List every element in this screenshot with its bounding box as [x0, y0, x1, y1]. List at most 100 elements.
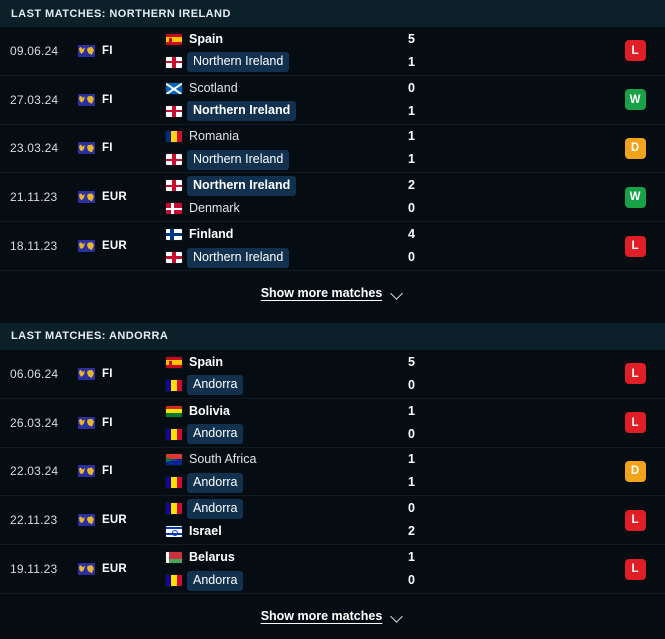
match-date: 09.06.24: [10, 43, 59, 58]
competition-cell[interactable]: FI: [78, 465, 166, 478]
world-map-icon: [78, 563, 95, 576]
home-team-name: Romania: [189, 129, 240, 144]
chevron-down-icon: [391, 289, 404, 297]
world-map-icon: [78, 367, 95, 380]
away-team-name: Andorra: [187, 472, 244, 493]
away-team-row[interactable]: Northern Ireland: [166, 52, 405, 73]
away-team-row[interactable]: Andorra: [166, 424, 405, 445]
southafrica-flag-icon: [166, 454, 182, 466]
home-team-row[interactable]: Andorra: [166, 498, 405, 519]
teams-cell: Belarus Andorra: [166, 549, 405, 591]
home-team-row[interactable]: Northern Ireland: [166, 175, 405, 196]
competition-cell[interactable]: EUR: [78, 240, 166, 253]
home-team-row[interactable]: South Africa: [166, 451, 405, 468]
away-team-row[interactable]: Northern Ireland: [166, 247, 405, 268]
match-row[interactable]: 09.06.24 FI Spain Northern Ireland 5 1 L: [0, 27, 665, 76]
scores-cell: 40: [405, 226, 605, 266]
competition-cell[interactable]: FI: [78, 367, 166, 380]
show-more-matches-button[interactable]: Show more matches: [0, 270, 665, 316]
away-team-row[interactable]: Andorra: [166, 375, 405, 396]
result-cell: L: [605, 558, 665, 580]
result-badge: L: [624, 363, 646, 385]
match-row[interactable]: 21.11.23 EUR Northern Ireland Denmark 2 0 W: [0, 173, 665, 223]
home-score: 4: [408, 227, 415, 242]
result-badge: L: [624, 558, 646, 580]
competition-name: EUR: [102, 514, 127, 527]
home-team-name: Finland: [189, 227, 234, 242]
scores-cell: 11: [405, 128, 605, 168]
away-team-row[interactable]: Northern Ireland: [166, 149, 405, 170]
home-score: 1: [408, 452, 415, 467]
competition-name: EUR: [102, 563, 127, 576]
match-row[interactable]: 18.11.23 EUR Finland Northern Ireland 4 0 L: [0, 222, 665, 271]
competition-cell[interactable]: FI: [78, 44, 166, 57]
match-row[interactable]: 27.03.24 FI Scotland Northern Ireland 0 1 W: [0, 76, 665, 125]
competition-cell[interactable]: FI: [78, 93, 166, 106]
home-score: 0: [408, 501, 415, 516]
away-score: 0: [408, 377, 415, 392]
away-team-name: Northern Ireland: [187, 52, 290, 73]
result-badge: L: [624, 40, 646, 62]
home-team-row[interactable]: Bolivia: [166, 403, 405, 420]
teams-cell: Northern Ireland Denmark: [166, 175, 405, 217]
match-row[interactable]: 06.06.24 FI Spain Andorra 5 0 L: [0, 350, 665, 399]
andorra-flag-icon: [166, 503, 182, 515]
match-row[interactable]: 23.03.24 FI Romania Northern Ireland 1 1 D: [0, 125, 665, 174]
world-map-icon: [78, 514, 95, 527]
home-team-row[interactable]: Spain: [166, 354, 405, 371]
competition-cell[interactable]: FI: [78, 142, 166, 155]
result-badge: L: [624, 235, 646, 257]
home-score: 5: [408, 31, 415, 46]
home-team-row[interactable]: Romania: [166, 128, 405, 145]
world-map-icon: [78, 93, 95, 106]
home-team-row[interactable]: Finland: [166, 226, 405, 243]
away-team-row[interactable]: Andorra: [166, 472, 405, 493]
result-cell: W: [605, 89, 665, 111]
away-team-row[interactable]: Denmark: [166, 200, 405, 217]
home-team-row[interactable]: Scotland: [166, 80, 405, 97]
bolivia-flag-icon: [166, 405, 182, 417]
result-cell: L: [605, 363, 665, 385]
competition-cell[interactable]: FI: [78, 416, 166, 429]
match-date: 18.11.23: [10, 239, 58, 254]
section-header-title: LAST MATCHES: NORTHERN IRELAND: [11, 7, 231, 20]
away-score: 0: [408, 201, 415, 216]
away-team-row[interactable]: Northern Ireland: [166, 101, 405, 122]
match-row[interactable]: 26.03.24 FI Bolivia Andorra 1 0 L: [0, 399, 665, 448]
competition-name: FI: [102, 416, 113, 429]
result-badge: L: [624, 412, 646, 434]
away-score: 0: [408, 250, 415, 265]
match-row[interactable]: 22.03.24 FI South Africa Andorra 1 1 D: [0, 448, 665, 497]
match-date: 22.11.23: [10, 513, 58, 528]
match-date: 27.03.24: [10, 92, 59, 107]
section-header: LAST MATCHES: NORTHERN IRELAND: [0, 0, 665, 27]
scores-cell: 11: [405, 451, 605, 491]
away-team-name: Andorra: [187, 570, 244, 591]
competition-cell[interactable]: EUR: [78, 514, 166, 527]
world-map-icon: [78, 240, 95, 253]
result-badge: W: [624, 89, 646, 111]
result-badge: D: [624, 137, 646, 159]
home-team-row[interactable]: Belarus: [166, 549, 405, 566]
competition-cell[interactable]: EUR: [78, 191, 166, 204]
home-score: 1: [408, 129, 415, 144]
spain-flag-icon: [166, 356, 182, 368]
match-row[interactable]: 19.11.23 EUR Belarus Andorra 1 0 L: [0, 545, 665, 594]
scores-cell: 01: [405, 80, 605, 120]
result-cell: L: [605, 40, 665, 62]
away-score: 2: [408, 524, 415, 539]
ni-flag-icon: [166, 154, 182, 166]
show-more-matches-button[interactable]: Show more matches: [0, 593, 665, 639]
away-team-row[interactable]: Andorra: [166, 570, 405, 591]
competition-cell[interactable]: EUR: [78, 563, 166, 576]
match-row[interactable]: 22.11.23 EUR Andorra Israel 0 2 L: [0, 496, 665, 546]
scores-cell: 10: [405, 403, 605, 443]
home-team-row[interactable]: Spain: [166, 31, 405, 48]
result-badge: D: [624, 460, 646, 482]
away-team-row[interactable]: Israel: [166, 523, 405, 540]
andorra-flag-icon: [166, 428, 182, 440]
section-divider: [0, 315, 665, 323]
away-score: 0: [408, 573, 415, 588]
matches-list: 06.06.24 FI Spain Andorra 5 0 L 26.03.24 FI Boliv…: [0, 349, 665, 594]
home-team-name: Belarus: [189, 550, 235, 565]
